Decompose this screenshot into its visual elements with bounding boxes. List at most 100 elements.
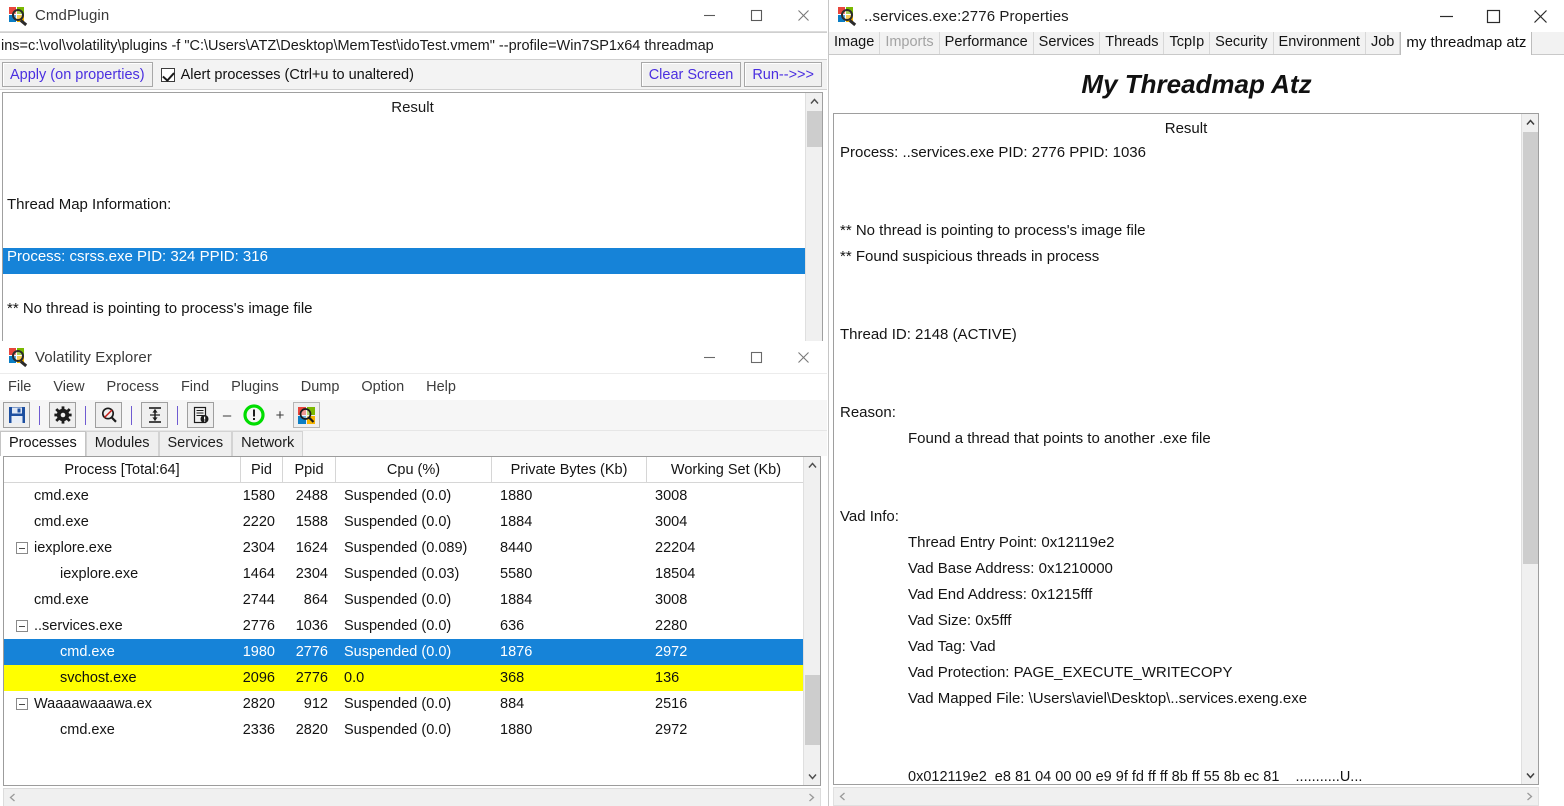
maximize-icon[interactable] [733, 341, 780, 373]
maximize-icon[interactable] [1470, 0, 1517, 32]
ppid-cell: 912 [283, 691, 336, 717]
process-grid-vertical-scrollbar[interactable] [803, 457, 820, 785]
cmdplugin-titlebar[interactable]: CmdPlugin [0, 0, 827, 32]
scroll-down-icon[interactable] [804, 768, 820, 785]
props-titlebar[interactable]: ..services.exe:2776 Properties [829, 0, 1564, 32]
menu-option[interactable]: Option [361, 379, 404, 395]
desktop-screen: CmdPlugin ins=c:\vol\volatility\plugins … [0, 0, 1564, 806]
pid-cell: 2776 [241, 613, 283, 639]
apply-on-properties-button[interactable]: Apply (on properties) [2, 62, 153, 87]
save-icon[interactable] [3, 402, 30, 428]
scroll-thumb[interactable] [1523, 132, 1538, 564]
scroll-right-icon[interactable] [804, 790, 819, 805]
cmdplugin-result-vertical-scrollbar[interactable] [805, 93, 822, 369]
scroll-left-icon[interactable] [835, 789, 850, 804]
menu-file[interactable]: File [8, 379, 31, 395]
table-row[interactable]: iexplore.exe14642304Suspended (0.03)5580… [4, 561, 820, 587]
command-line-input[interactable]: ins=c:\vol\volatility\plugins -f "C:\Use… [0, 32, 827, 60]
scroll-down-icon[interactable] [1522, 767, 1538, 784]
result-line: Vad Info: [834, 504, 1538, 530]
dump-file-icon[interactable] [187, 402, 214, 428]
menu-process[interactable]: Process [107, 379, 159, 395]
tab-image[interactable]: Image [829, 31, 880, 54]
table-row[interactable]: cmd.exe2744864Suspended (0.0)18843008 [4, 587, 820, 613]
toolbar-separator [177, 406, 178, 425]
tab-tcpip[interactable]: TcpIp [1164, 31, 1210, 54]
search-magnifier-icon[interactable] [95, 402, 122, 428]
volexp-window-buttons [686, 341, 827, 373]
tab-modules[interactable]: Modules [86, 431, 159, 456]
table-row[interactable]: cmd.exe23362820Suspended (0.0)18802972 [4, 717, 820, 743]
ppid-cell: 2776 [283, 665, 336, 691]
tree-collapse-icon[interactable] [16, 698, 28, 710]
minimize-icon[interactable] [686, 0, 733, 32]
column-header-private[interactable]: Private Bytes (Kb) [492, 457, 647, 483]
table-row[interactable]: cmd.exe19802776Suspended (0.0)18762972 [4, 639, 820, 665]
props-vertical-scrollbar[interactable] [1521, 114, 1538, 784]
props-horizontal-scrollbar[interactable] [833, 787, 1539, 806]
alert-processes-checkbox[interactable] [161, 68, 175, 82]
table-row[interactable]: ..services.exe27761036Suspended (0.0)636… [4, 613, 820, 639]
tab-processes[interactable]: Processes [0, 431, 86, 456]
result-line: Found a thread that points to another .e… [834, 426, 1538, 452]
result-line: Vad Mapped File: \Users\aviel\Desktop\..… [834, 686, 1538, 712]
column-header-cpu[interactable]: Cpu (%) [336, 457, 492, 483]
run-button[interactable]: Run-->>> [744, 62, 822, 87]
table-row[interactable]: cmd.exe22201588Suspended (0.0)18843004 [4, 509, 820, 535]
scroll-left-icon[interactable] [5, 790, 20, 805]
minus-icon[interactable]: – [217, 407, 237, 424]
tab-services[interactable]: Services [1034, 31, 1101, 54]
minimize-icon[interactable] [686, 341, 733, 373]
maximize-icon[interactable] [733, 0, 780, 32]
scroll-thumb[interactable] [807, 111, 822, 147]
props-heading: My Threadmap Atz [829, 55, 1564, 113]
column-header-process[interactable]: Process [Total:64] [4, 457, 241, 483]
close-icon[interactable] [780, 341, 827, 373]
volatility-app-icon [9, 7, 27, 25]
scroll-up-icon[interactable] [806, 93, 822, 110]
table-row[interactable]: Waaaawaaawa.ex2820912Suspended (0.0)8842… [4, 691, 820, 717]
tree-collapse-icon[interactable] [16, 542, 28, 554]
column-header-ppid[interactable]: Ppid [283, 457, 336, 483]
result-line-selected[interactable]: Process: csrss.exe PID: 324 PPID: 316 [3, 248, 809, 274]
table-row[interactable]: cmd.exe15802488Suspended (0.0)18803008 [4, 483, 820, 509]
volatility-search-icon[interactable] [293, 402, 320, 428]
menu-find[interactable]: Find [181, 379, 209, 395]
menu-help[interactable]: Help [426, 379, 456, 395]
table-row[interactable]: svchost.exe209627760.0368136 [4, 665, 820, 691]
tab-environment[interactable]: Environment [1274, 31, 1366, 54]
ppid-cell: 1036 [283, 613, 336, 639]
volexp-titlebar[interactable]: Volatility Explorer [0, 341, 827, 374]
pid-cell: 1580 [241, 483, 283, 509]
scroll-up-icon[interactable] [1522, 114, 1538, 131]
close-icon[interactable] [780, 0, 827, 32]
alert-processes-checkbox-group[interactable]: Alert processes (Ctrl+u to unaltered) [161, 67, 414, 83]
private-bytes-cell: 1880 [492, 483, 647, 509]
scroll-up-icon[interactable] [804, 457, 820, 474]
settings-gear-icon[interactable] [49, 402, 76, 428]
column-header-pid[interactable]: Pid [241, 457, 283, 483]
alert-circle-icon[interactable] [240, 402, 267, 428]
process-grid-horizontal-scrollbar[interactable] [3, 788, 821, 806]
table-row[interactable]: iexplore.exe23041624Suspended (0.089)844… [4, 535, 820, 561]
plus-icon[interactable]: + [270, 407, 290, 424]
result-line: ** No thread is pointing to process's im… [3, 300, 822, 326]
scroll-right-icon[interactable] [1522, 789, 1537, 804]
tab-network[interactable]: Network [232, 431, 303, 456]
menu-view[interactable]: View [53, 379, 84, 395]
tree-collapse-icon[interactable] [16, 620, 28, 632]
menu-dump[interactable]: Dump [301, 379, 340, 395]
tab-job[interactable]: Job [1366, 31, 1400, 54]
tab-services[interactable]: Services [159, 431, 233, 456]
scroll-thumb[interactable] [805, 675, 820, 745]
tab-security[interactable]: Security [1210, 31, 1273, 54]
minimize-icon[interactable] [1423, 0, 1470, 32]
tab-performance[interactable]: Performance [940, 31, 1034, 54]
tab-my-threadmap-atz[interactable]: my threadmap atz [1400, 30, 1532, 55]
tab-threads[interactable]: Threads [1100, 31, 1164, 54]
column-header-working[interactable]: Working Set (Kb) [647, 457, 805, 483]
resize-columns-icon[interactable] [141, 402, 168, 428]
close-icon[interactable] [1517, 0, 1564, 32]
menu-plugins[interactable]: Plugins [231, 379, 279, 395]
clear-screen-button[interactable]: Clear Screen [641, 62, 742, 87]
